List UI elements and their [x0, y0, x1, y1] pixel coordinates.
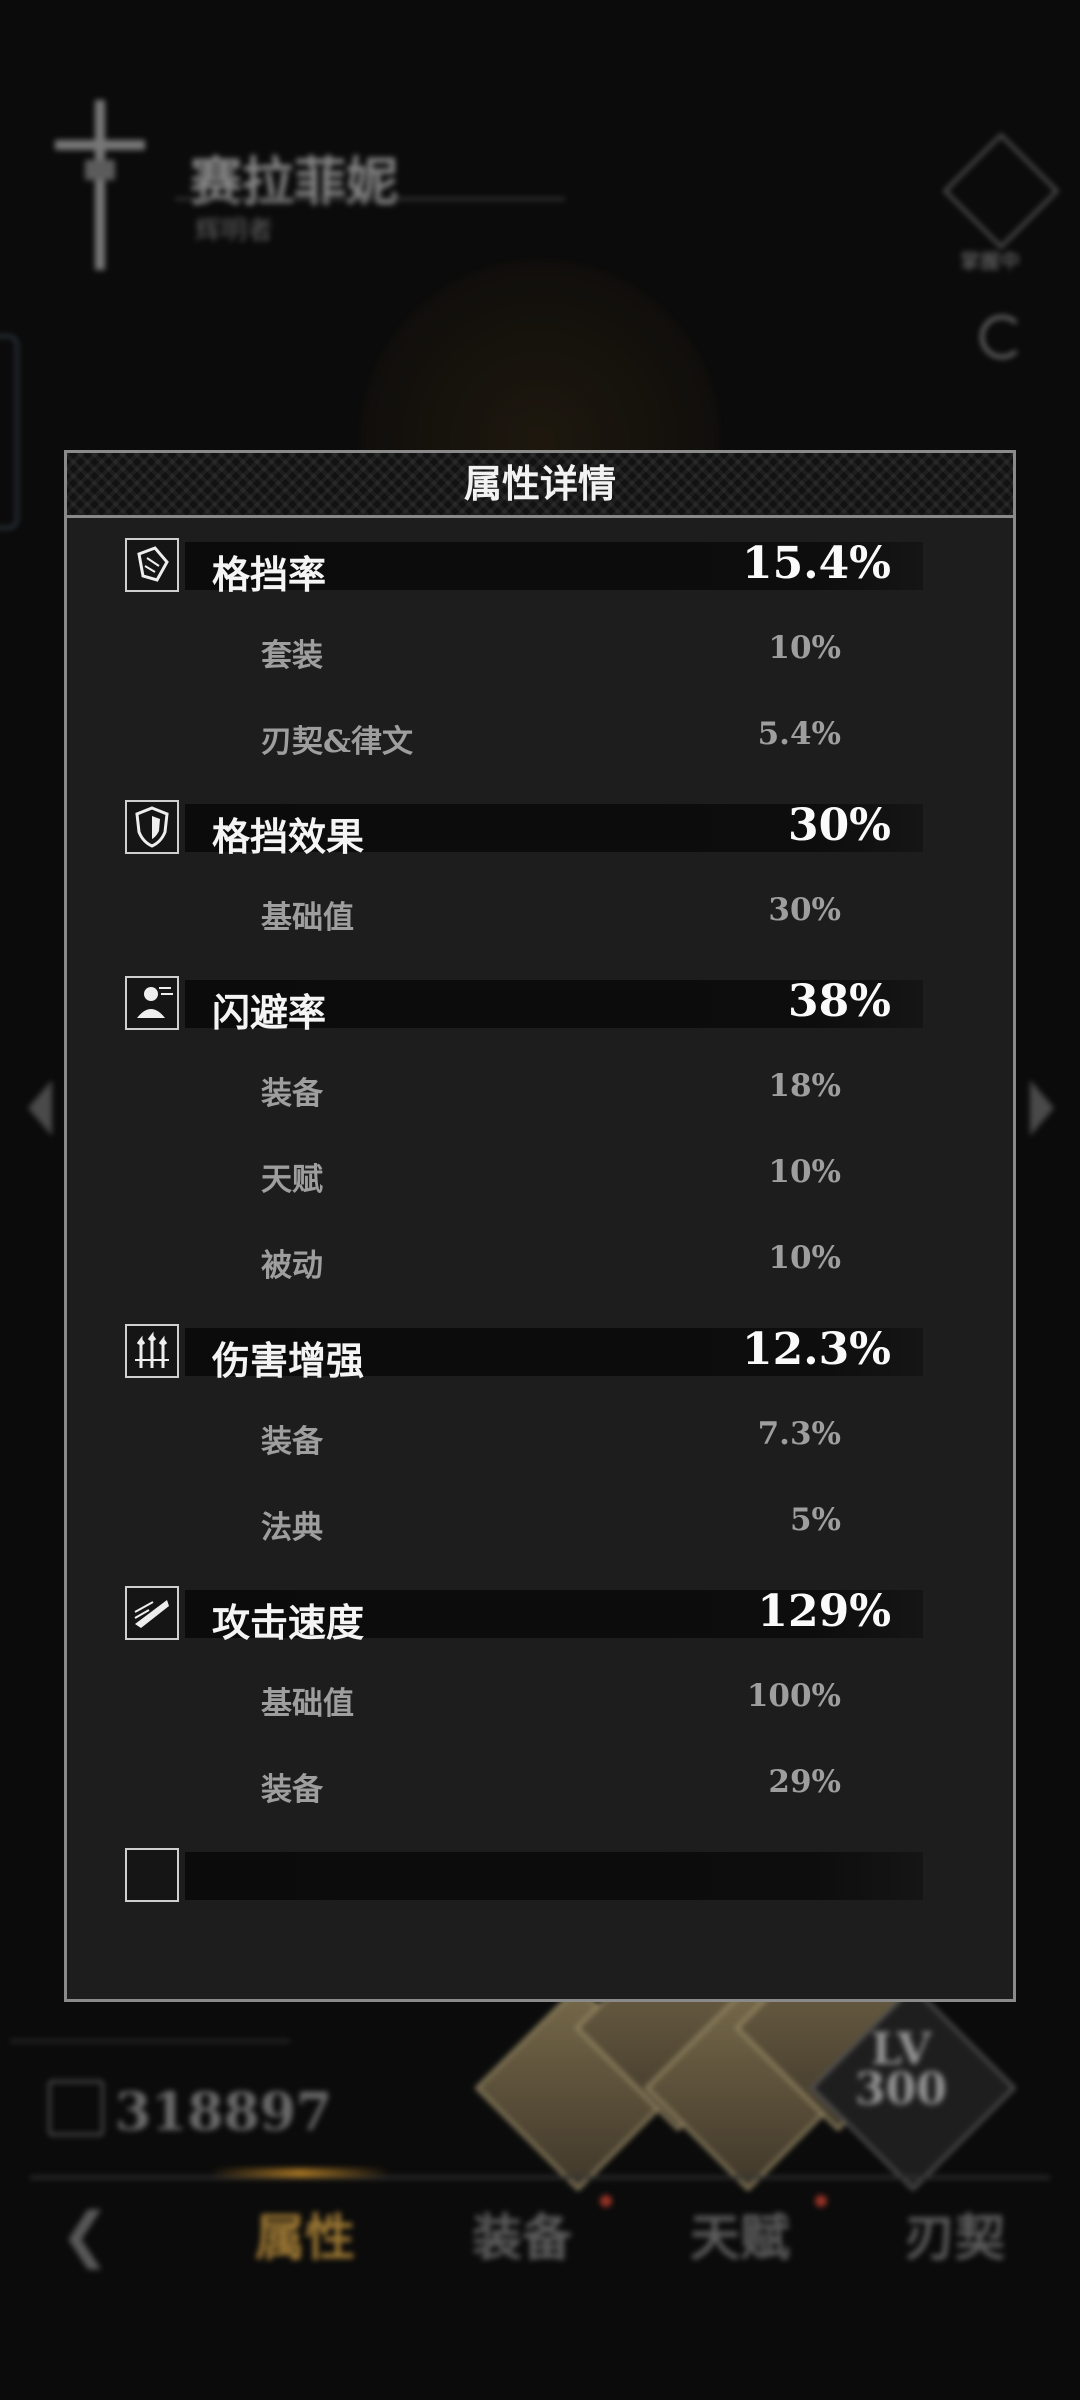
- source-label: 刃契&律文: [261, 724, 413, 760]
- attribute-label: 伤害增强: [212, 1338, 365, 1383]
- source-value: 100%: [746, 1678, 841, 1714]
- attribute-value: 15.4%: [742, 538, 891, 589]
- tab-talent[interactable]: 天赋: [690, 2198, 790, 2270]
- level-tile-label: LV 300: [855, 2024, 947, 2115]
- attribute-group-dodge-rate: 闪避率 38% 装备 18% 天赋 10% 被动 10%: [67, 976, 1013, 1296]
- equipment-notification-dot: [600, 2195, 612, 2207]
- attribute-details-modal[interactable]: 属性详情 格挡率 15.4% 套装 10% 刃契&律文 5.4% 格挡效果 30…: [64, 450, 1016, 2002]
- attribute-label: 格挡效果: [212, 814, 365, 859]
- attribute-source-row: 被动 10%: [67, 1210, 1013, 1296]
- source-label: 套装: [261, 638, 323, 674]
- attribute-bar: [185, 1852, 923, 1900]
- attribute-label: 闪避率: [212, 990, 327, 1035]
- partial-icon: [125, 1848, 179, 1902]
- attribute-row: [67, 1848, 1013, 1910]
- top-right-badge-icon[interactable]: [943, 133, 1059, 249]
- sword-icon: [55, 100, 145, 270]
- source-value: 10%: [768, 1240, 841, 1276]
- bottom-nav-divider: [30, 2176, 1050, 2179]
- source-label: 法典: [261, 1510, 323, 1546]
- power-score: 318897: [115, 2082, 333, 2143]
- ring-icon[interactable]: [980, 315, 1024, 359]
- source-value: 10%: [768, 1154, 841, 1190]
- attribute-group-partial: [67, 1848, 1013, 1910]
- attribute-row: 闪避率 38%: [67, 976, 1013, 1038]
- source-label: 基础值: [261, 900, 354, 936]
- attribute-group-attack-speed: 攻击速度 129% 基础值 100% 装备 29%: [67, 1586, 1013, 1820]
- attribute-source-row: 基础值 30%: [67, 862, 1013, 948]
- attribute-row: 攻击速度 129%: [67, 1586, 1013, 1648]
- attribute-source-row: 套装 10%: [67, 600, 1013, 686]
- attribute-value: 129%: [757, 1586, 891, 1637]
- active-tab-glow: [210, 2168, 390, 2178]
- attribute-source-row: 法典 5%: [67, 1472, 1013, 1558]
- damage-boost-icon: [125, 1324, 179, 1378]
- attribute-row: 格挡效果 30%: [67, 800, 1013, 862]
- modal-title: 属性详情: [463, 461, 616, 506]
- previous-arrow-icon[interactable]: [28, 1080, 52, 1136]
- attribute-source-row: 基础值 100%: [67, 1648, 1013, 1734]
- back-icon[interactable]: ❮: [60, 2200, 110, 2270]
- attribute-value: 38%: [787, 976, 891, 1027]
- attribute-value: 30%: [787, 800, 891, 851]
- source-value: 29%: [768, 1764, 841, 1800]
- source-label: 装备: [261, 1076, 323, 1112]
- source-label: 被动: [261, 1248, 323, 1284]
- tab-equipment[interactable]: 装备: [472, 2198, 572, 2270]
- next-arrow-icon[interactable]: [1030, 1080, 1054, 1136]
- source-value: 5.4%: [757, 716, 841, 752]
- attribute-source-row: 天赋 10%: [67, 1124, 1013, 1210]
- character-name: 赛拉菲妮: [190, 152, 399, 213]
- shield-icon: [125, 800, 179, 854]
- attribute-source-row: 装备 29%: [67, 1734, 1013, 1820]
- attack-speed-icon: [125, 1586, 179, 1640]
- attribute-row: 格挡率 15.4%: [67, 538, 1013, 600]
- source-value: 10%: [768, 630, 841, 666]
- attribute-row: 伤害增强 12.3%: [67, 1324, 1013, 1386]
- source-value: 30%: [768, 892, 841, 928]
- attribute-value: 12.3%: [742, 1324, 891, 1375]
- attribute-source-row: 装备 7.3%: [67, 1386, 1013, 1472]
- attribute-source-row: 装备 18%: [67, 1038, 1013, 1124]
- source-label: 装备: [261, 1772, 323, 1808]
- attribute-source-row: 刃契&律文 5.4%: [67, 686, 1013, 772]
- source-value: 18%: [768, 1068, 841, 1104]
- power-icon: [48, 2080, 104, 2136]
- attribute-group-block-effect: 格挡效果 30% 基础值 30%: [67, 800, 1013, 948]
- left-edge-tab[interactable]: [0, 335, 18, 529]
- attribute-group-damage-boost: 伤害增强 12.3% 装备 7.3% 法典 5%: [67, 1324, 1013, 1558]
- name-underline: [175, 198, 565, 200]
- tab-blade-pact[interactable]: 刃契: [905, 2198, 1005, 2270]
- source-label: 装备: [261, 1424, 323, 1460]
- source-value: 5%: [789, 1502, 841, 1538]
- score-divider: [10, 2040, 290, 2042]
- attribute-label: 格挡率: [212, 552, 327, 597]
- block-rate-icon: [125, 538, 179, 592]
- source-label: 基础值: [261, 1686, 354, 1722]
- attribute-label: 攻击速度: [212, 1600, 365, 1645]
- tab-attributes[interactable]: 属性: [255, 2198, 355, 2270]
- attribute-group-block-rate: 格挡率 15.4% 套装 10% 刃契&律文 5.4%: [67, 538, 1013, 772]
- source-value: 7.3%: [757, 1416, 841, 1452]
- character-subtitle: 辉明者: [195, 216, 274, 246]
- attribute-list[interactable]: 格挡率 15.4% 套装 10% 刃契&律文 5.4% 格挡效果 30% 基础值…: [67, 518, 1013, 1998]
- talent-notification-dot: [815, 2195, 827, 2207]
- source-label: 天赋: [261, 1162, 323, 1198]
- dodge-icon: [125, 976, 179, 1030]
- top-right-badge-label: 掌握中: [960, 249, 1020, 273]
